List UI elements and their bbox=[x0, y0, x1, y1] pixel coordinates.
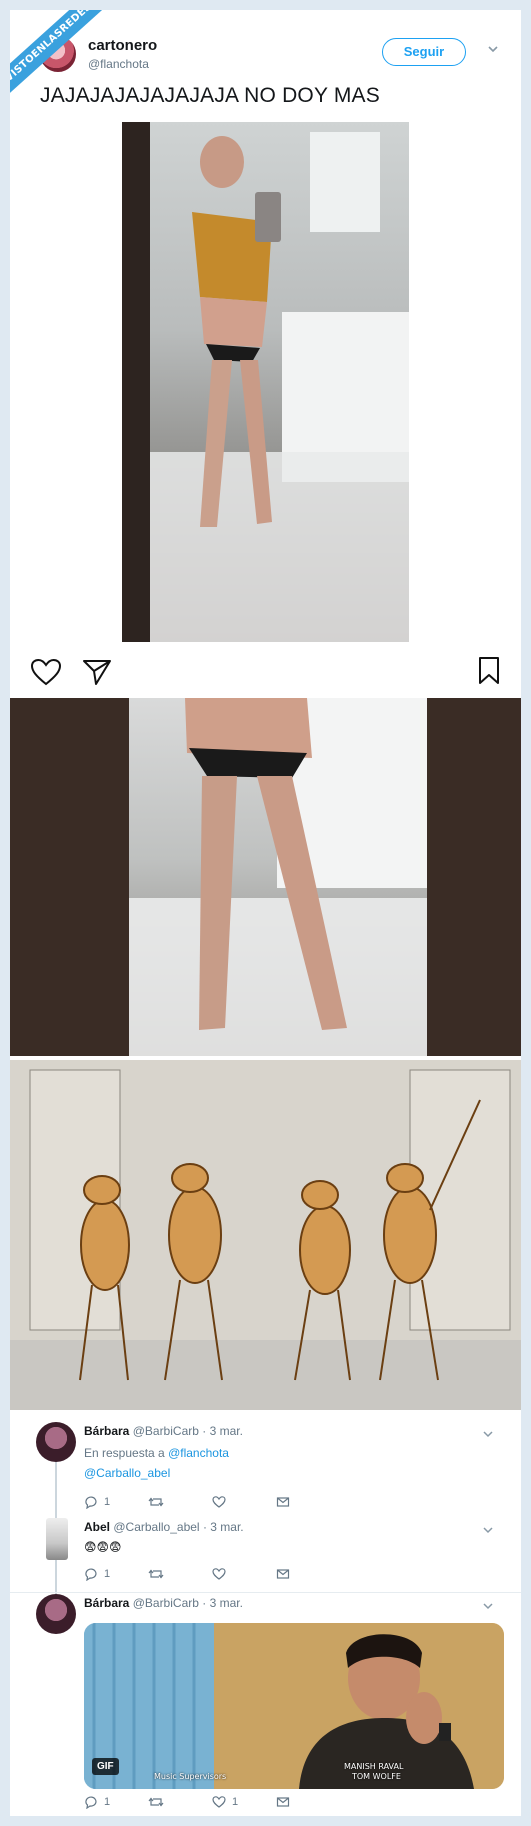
mail-icon bbox=[276, 1797, 290, 1807]
reply-date[interactable]: · 3 mar. bbox=[203, 1520, 244, 1534]
divider bbox=[10, 1592, 521, 1593]
gif-caption-left: Music Supervisors bbox=[154, 1772, 227, 1781]
cartoon-drawing bbox=[10, 1060, 521, 1410]
reply-author-handle[interactable]: @Carballo_abel bbox=[113, 1520, 199, 1534]
retweet-icon bbox=[148, 1497, 164, 1507]
reply-text-mention[interactable]: @Carballo_abel bbox=[84, 1466, 170, 1480]
retweet-button[interactable] bbox=[148, 1794, 164, 1810]
send-icon[interactable] bbox=[82, 658, 112, 686]
reply-date[interactable]: · 3 mar. bbox=[202, 1424, 243, 1438]
reply-header: Bárbara @BarbiCarb · 3 mar. bbox=[84, 1596, 243, 1610]
reply-avatar[interactable] bbox=[36, 1594, 76, 1634]
bookmark-icon[interactable] bbox=[478, 656, 500, 686]
reply-header: Bárbara @BarbiCarb · 3 mar. bbox=[84, 1424, 243, 1438]
reply-button[interactable]: 1 bbox=[84, 1566, 110, 1582]
like-button[interactable]: 1 bbox=[212, 1794, 238, 1810]
reply-author-handle[interactable]: @BarbiCarb bbox=[133, 1596, 199, 1610]
heart-icon bbox=[212, 1568, 226, 1580]
reply-gif[interactable]: GIF Music Supervisors MANISH RAVAL TOM W… bbox=[84, 1623, 504, 1789]
gif-caption-right-1: MANISH RAVAL bbox=[344, 1762, 404, 1771]
like-button[interactable] bbox=[212, 1566, 232, 1582]
photo-zoom-crop[interactable] bbox=[10, 698, 521, 1056]
tweet-text: JAJAJAJAJAJAJAJA NO DOY MAS bbox=[40, 84, 380, 107]
reply-count: 1 bbox=[104, 1496, 111, 1508]
retweet-button[interactable] bbox=[148, 1566, 164, 1582]
instagram-actions bbox=[10, 650, 521, 690]
reply-button[interactable]: 1 bbox=[84, 1494, 110, 1510]
reply-author-handle[interactable]: @BarbiCarb bbox=[133, 1424, 199, 1438]
reply-author-name[interactable]: Bárbara bbox=[84, 1596, 129, 1610]
retweet-icon bbox=[148, 1569, 164, 1579]
heart-icon[interactable] bbox=[30, 658, 62, 686]
follow-button[interactable]: Seguir bbox=[382, 38, 466, 66]
cartoon-dancing-aliens[interactable] bbox=[10, 1060, 521, 1410]
comment-icon bbox=[85, 1796, 97, 1809]
gif-badge: GIF bbox=[92, 1758, 119, 1775]
mail-icon bbox=[276, 1497, 290, 1507]
reply-actions: 1 1 bbox=[84, 1794, 444, 1810]
reply-count: 1 bbox=[104, 1568, 111, 1580]
retweet-button[interactable] bbox=[148, 1494, 164, 1510]
in-reply-prefix: En respuesta a bbox=[84, 1446, 165, 1460]
chevron-down-icon[interactable] bbox=[482, 1524, 494, 1536]
reply-author-name[interactable]: Bárbara bbox=[84, 1424, 129, 1438]
like-button[interactable] bbox=[212, 1494, 232, 1510]
gif-caption-right-2: TOM WOLFE bbox=[352, 1772, 401, 1781]
gif-drawing bbox=[84, 1623, 504, 1789]
chevron-down-icon[interactable] bbox=[482, 1428, 494, 1440]
dm-button[interactable] bbox=[276, 1794, 290, 1810]
reply-button[interactable]: 1 bbox=[84, 1794, 110, 1810]
photo-crop-drawing bbox=[107, 698, 427, 1056]
comment-icon bbox=[85, 1496, 97, 1509]
author-name[interactable]: cartonero bbox=[88, 37, 157, 54]
reply-avatar[interactable] bbox=[46, 1518, 68, 1560]
in-reply-handle[interactable]: @flanchota bbox=[168, 1446, 229, 1460]
reply-author-name[interactable]: Abel bbox=[84, 1520, 110, 1534]
dm-button[interactable] bbox=[276, 1566, 290, 1582]
in-reply-to: En respuesta a @flanchota bbox=[84, 1446, 229, 1460]
photo-drawing bbox=[122, 122, 409, 642]
reply-text: 😨😨😨 bbox=[84, 1540, 122, 1554]
tweet-card: VISTOENLASREDES cartonero @flanchota Seg… bbox=[10, 10, 521, 1816]
chevron-down-icon[interactable] bbox=[482, 1600, 494, 1612]
like-count: 1 bbox=[232, 1796, 239, 1808]
heart-icon bbox=[212, 1496, 226, 1508]
reply-header: Abel @Carballo_abel · 3 mar. bbox=[84, 1520, 244, 1534]
photo-crop-inner bbox=[107, 698, 427, 1056]
reply-avatar[interactable] bbox=[36, 1422, 76, 1462]
reply-actions: 1 bbox=[84, 1566, 444, 1582]
heart-icon bbox=[212, 1796, 226, 1808]
mail-icon bbox=[276, 1569, 290, 1579]
reply-actions: 1 bbox=[84, 1494, 444, 1510]
photo-mirror-selfie[interactable] bbox=[122, 122, 409, 642]
author-handle[interactable]: @flanchota bbox=[88, 57, 149, 71]
reply-count: 1 bbox=[104, 1796, 111, 1808]
comment-icon bbox=[85, 1568, 97, 1581]
reply-date[interactable]: · 3 mar. bbox=[202, 1596, 243, 1610]
dm-button[interactable] bbox=[276, 1494, 290, 1510]
retweet-icon bbox=[148, 1797, 164, 1807]
chevron-down-icon[interactable] bbox=[486, 42, 500, 56]
